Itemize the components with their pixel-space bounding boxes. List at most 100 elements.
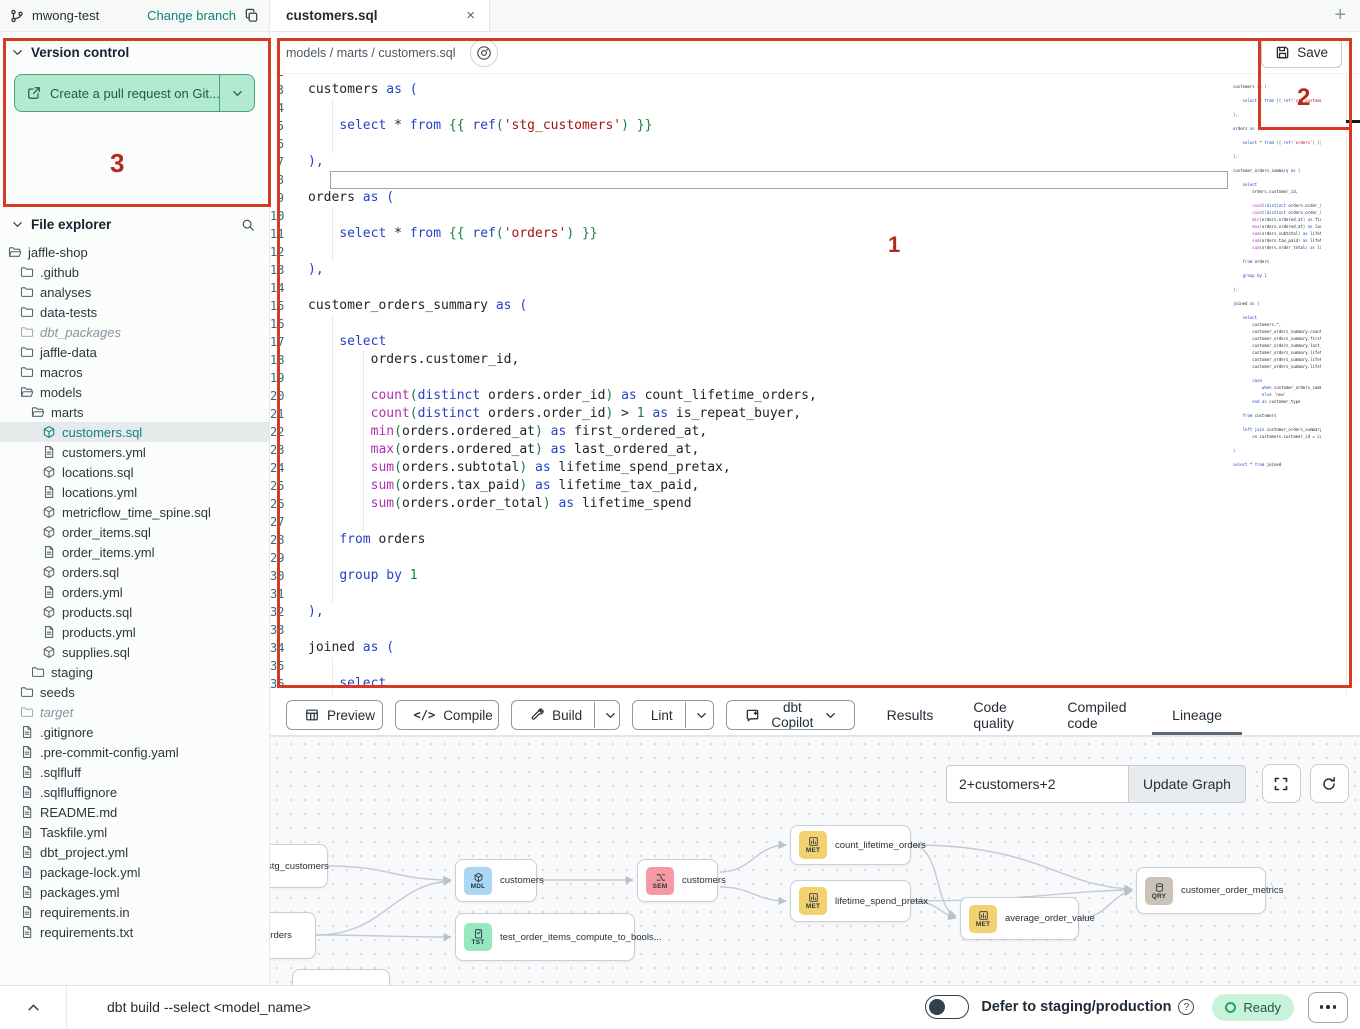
build-button[interactable]: Build (511, 700, 620, 730)
scrollbar-marker[interactable] (1346, 120, 1360, 123)
lineage-node-model[interactable]: MDLstg_customers (270, 844, 328, 888)
fullscreen-icon[interactable] (1262, 764, 1301, 803)
file-tree-item[interactable]: macros (0, 362, 269, 382)
lineage-node-model[interactable]: MDLorders (270, 912, 316, 959)
lineage-node-query[interactable]: QRYcustomer_order_metrics (1136, 867, 1266, 914)
file-tree-item[interactable]: order_items.yml (0, 542, 269, 562)
tab-customers-sql[interactable]: customers.sql × (270, 0, 490, 31)
code-line[interactable]: 21 count(distinct orders.order_id) > 1 a… (270, 405, 1360, 423)
tab-compiled-code[interactable]: Compiled code (1047, 695, 1152, 735)
file-tree-item[interactable]: customers.yml (0, 442, 269, 462)
lineage-node-semantic[interactable]: SEMcustomers (637, 859, 718, 902)
code-line[interactable]: 35 (270, 657, 1360, 675)
file-tree-item[interactable]: README.md (0, 802, 269, 822)
file-tree-item[interactable]: .gitignore (0, 722, 269, 742)
lineage-node-metric[interactable]: METlifetime_spend_pretax (790, 880, 911, 922)
search-icon[interactable] (241, 218, 255, 232)
code-line[interactable]: 10 (270, 207, 1360, 225)
dbt-copilot-button[interactable]: dbt Copilot (726, 700, 855, 730)
tab-close-icon[interactable]: × (462, 6, 479, 25)
file-tree-item[interactable]: Taskfile.yml (0, 822, 269, 842)
more-options-button[interactable] (1308, 992, 1348, 1023)
code-line[interactable]: 3customers as ( (270, 81, 1360, 99)
code-line[interactable]: 17 select (270, 333, 1360, 351)
code-line[interactable]: 30 group by 1 (270, 567, 1360, 585)
command-hint[interactable]: dbt build --select <model_name> (107, 999, 311, 1015)
refresh-icon[interactable] (1310, 764, 1349, 803)
compile-button[interactable]: </> Compile (395, 700, 500, 730)
preview-button[interactable]: Preview (286, 700, 383, 730)
file-tree-item[interactable]: .sqlfluff (0, 762, 269, 782)
file-tree-item[interactable]: jaffle-data (0, 342, 269, 362)
file-tree-item[interactable]: package-lock.yml (0, 862, 269, 882)
file-tree-item[interactable]: jaffle-shop (0, 242, 269, 262)
build-dropdown[interactable] (594, 702, 620, 728)
lineage-node-metric[interactable]: METcount_lifetime_orders (790, 825, 911, 865)
file-tree-item[interactable]: locations.sql (0, 462, 269, 482)
code-line[interactable]: 11 select * from {{ ref('orders') }} (270, 225, 1360, 243)
code-line[interactable]: 26 sum(orders.order_total) as lifetime_s… (270, 495, 1360, 513)
copilot-assist-icon[interactable] (470, 39, 498, 67)
file-tree-item[interactable]: models (0, 382, 269, 402)
file-tree-item[interactable]: .github (0, 262, 269, 282)
file-tree-item[interactable]: seeds (0, 682, 269, 702)
create-pr-dropdown[interactable] (219, 75, 254, 111)
code-line[interactable]: 28 from orders (270, 531, 1360, 549)
collapse-panel-icon[interactable] (0, 1001, 66, 1014)
file-tree-item[interactable]: order_items.sql (0, 522, 269, 542)
code-line[interactable]: 22 min(orders.ordered_at) as first_order… (270, 423, 1360, 441)
code-line[interactable]: 24 sum(orders.subtotal) as lifetime_spen… (270, 459, 1360, 477)
code-line[interactable]: 25 sum(orders.tax_paid) as lifetime_tax_… (270, 477, 1360, 495)
code-line[interactable]: 6 (270, 135, 1360, 153)
lineage-node-test[interactable]: TSTtest_order_items_compute_to_bools... (455, 913, 635, 961)
code-line[interactable]: 15customer_orders_summary as ( (270, 297, 1360, 315)
code-line[interactable]: 7), (270, 153, 1360, 171)
new-tab-button[interactable]: + (1334, 0, 1346, 31)
code-line[interactable]: 13), (270, 261, 1360, 279)
code-editor[interactable]: 23customers as (45 select * from {{ ref(… (270, 74, 1360, 695)
code-line[interactable]: 33 (270, 621, 1360, 639)
file-tree-item[interactable]: metricflow_time_spine.sql (0, 502, 269, 522)
save-button[interactable]: Save (1261, 38, 1342, 68)
code-line[interactable]: 16 (270, 315, 1360, 333)
file-tree-item[interactable]: .sqlfluffignore (0, 782, 269, 802)
file-tree-item[interactable]: analyses (0, 282, 269, 302)
file-tree-item[interactable]: customers.sql (0, 422, 269, 442)
code-line[interactable]: 32), (270, 603, 1360, 621)
file-tree-item[interactable]: .pre-commit-config.yaml (0, 742, 269, 762)
code-line[interactable]: 8 (270, 171, 1360, 189)
help-icon[interactable]: ? (1178, 999, 1194, 1015)
code-line[interactable]: 20 count(distinct orders.order_id) as co… (270, 387, 1360, 405)
code-line[interactable]: 31 (270, 585, 1360, 603)
file-tree-item[interactable]: dbt_packages (0, 322, 269, 342)
lint-dropdown[interactable] (685, 702, 714, 728)
lint-button[interactable]: Lint (632, 700, 714, 730)
code-line[interactable]: 27 (270, 513, 1360, 531)
code-line[interactable]: 4 (270, 99, 1360, 117)
update-graph-button[interactable]: Update Graph (1128, 765, 1246, 803)
code-line[interactable]: 34joined as ( (270, 639, 1360, 657)
code-line[interactable]: 5 select * from {{ ref('stg_customers') … (270, 117, 1360, 135)
file-tree-item[interactable]: marts (0, 402, 269, 422)
code-line[interactable]: 36 select (270, 675, 1360, 693)
lineage-selector-input[interactable] (946, 765, 1128, 803)
lineage-node-metric[interactable]: METaverage_order_value (960, 897, 1079, 940)
file-explorer-header[interactable]: File explorer (0, 204, 269, 240)
code-line[interactable]: 12 (270, 243, 1360, 261)
file-tree-item[interactable]: staging (0, 662, 269, 682)
minimap[interactable]: customers as ( select * from {{ ref('stg… (1233, 76, 1321, 468)
file-tree-item[interactable]: orders.yml (0, 582, 269, 602)
file-tree-item[interactable]: requirements.in (0, 902, 269, 922)
file-tree-item[interactable]: orders.sql (0, 562, 269, 582)
file-tree-item[interactable]: target (0, 702, 269, 722)
tab-code-quality[interactable]: Code quality (953, 695, 1047, 735)
code-line[interactable]: 29 (270, 549, 1360, 567)
code-line[interactable]: 18 orders.customer_id, (270, 351, 1360, 369)
lineage-node-model[interactable]: MDLcustomers (455, 859, 537, 902)
code-line[interactable]: 23 max(orders.ordered_at) as last_ordere… (270, 441, 1360, 459)
tab-results[interactable]: Results (867, 695, 954, 735)
tab-lineage[interactable]: Lineage (1152, 695, 1242, 735)
file-tree-item[interactable]: locations.yml (0, 482, 269, 502)
create-pr-button[interactable]: Create a pull request on Git... (14, 74, 255, 112)
file-tree-item[interactable]: packages.yml (0, 882, 269, 902)
